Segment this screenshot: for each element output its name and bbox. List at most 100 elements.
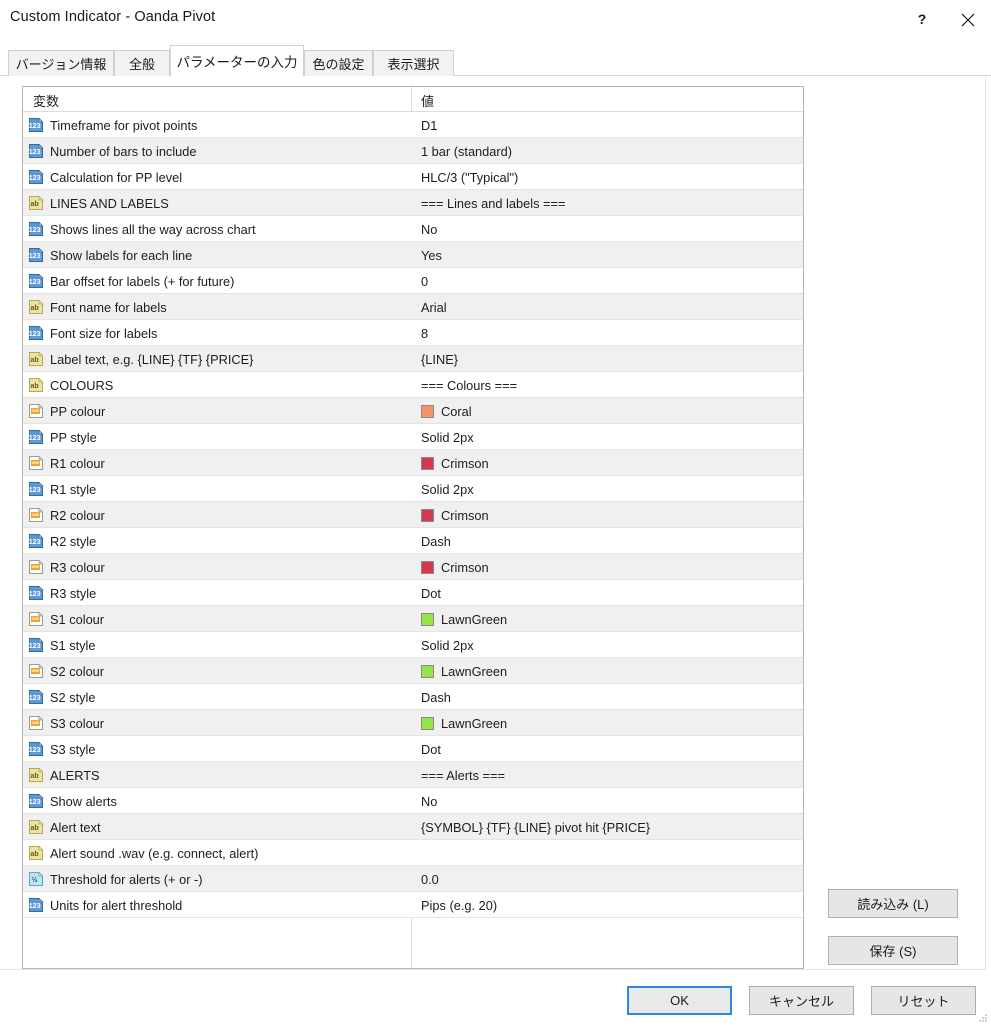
parameter-value-cell[interactable]: {LINE}: [412, 346, 804, 372]
parameter-value-cell[interactable]: {SYMBOL} {TF} {LINE} pivot hit {PRICE}: [412, 814, 804, 840]
table-row[interactable]: abLINES AND LABELS=== Lines and labels =…: [23, 190, 803, 216]
parameter-value-cell[interactable]: Solid 2px: [412, 632, 804, 658]
parameter-name-cell: 123Timeframe for pivot points: [23, 112, 411, 138]
table-row[interactable]: 123Show alertsNo: [23, 788, 803, 814]
number-icon: 123: [28, 247, 44, 263]
reset-button[interactable]: リセット: [871, 986, 976, 1015]
table-row[interactable]: 123R3 styleDot: [23, 580, 803, 606]
parameter-value-cell[interactable]: Crimson: [412, 554, 804, 580]
parameter-value-cell[interactable]: Arial: [412, 294, 804, 320]
parameter-value-cell[interactable]: 0.0: [412, 866, 804, 892]
parameter-value-cell[interactable]: === Colours ===: [412, 372, 804, 398]
table-row[interactable]: abALERTS=== Alerts ===: [23, 762, 803, 788]
table-row[interactable]: abCOLOURS=== Colours ===: [23, 372, 803, 398]
table-row[interactable]: abAlert text{SYMBOL} {TF} {LINE} pivot h…: [23, 814, 803, 840]
table-row[interactable]: S2 colourLawnGreen: [23, 658, 803, 684]
svg-text:123: 123: [29, 693, 41, 702]
parameter-value-cell[interactable]: Solid 2px: [412, 476, 804, 502]
table-row[interactable]: 123Calculation for PP levelHLC/3 ("Typic…: [23, 164, 803, 190]
close-icon[interactable]: [945, 0, 991, 40]
tab-colour-settings[interactable]: 色の設定: [304, 50, 373, 76]
help-icon[interactable]: ?: [899, 0, 945, 40]
table-row[interactable]: 123R1 styleSolid 2px: [23, 476, 803, 502]
table-row[interactable]: 123Timeframe for pivot pointsD1: [23, 112, 803, 138]
table-row[interactable]: 123Units for alert thresholdPips (e.g. 2…: [23, 892, 803, 918]
cancel-button[interactable]: キャンセル: [749, 986, 854, 1015]
parameter-value-cell[interactable]: LawnGreen: [412, 606, 804, 632]
tab-parameter-input[interactable]: パラメーターの入力: [170, 45, 304, 76]
table-row[interactable]: 123Show labels for each lineYes: [23, 242, 803, 268]
table-row[interactable]: PP colour Coral: [23, 398, 803, 424]
parameter-value-cell[interactable]: Yes: [412, 242, 804, 268]
table-row[interactable]: abFont name for labelsArial: [23, 294, 803, 320]
table-row[interactable]: 123S2 styleDash: [23, 684, 803, 710]
parameter-name-cell: ½Threshold for alerts (+ or -): [23, 866, 411, 892]
parameter-name-cell: R1 colour: [23, 450, 411, 476]
parameter-value-cell[interactable]: Coral: [412, 398, 804, 424]
parameter-value-cell[interactable]: Dot: [412, 580, 804, 606]
parameter-name-label: Shows lines all the way across chart: [50, 222, 256, 237]
table-row[interactable]: 123Bar offset for labels (+ for future)0: [23, 268, 803, 294]
parameter-value-cell[interactable]: Dash: [412, 684, 804, 710]
parameter-value-cell[interactable]: Pips (e.g. 20): [412, 892, 804, 918]
parameter-value-cell[interactable]: === Alerts ===: [412, 762, 804, 788]
table-row[interactable]: 123PP styleSolid 2px: [23, 424, 803, 450]
resize-grip-icon[interactable]: [976, 1010, 988, 1022]
table-row[interactable]: 123R2 styleDash: [23, 528, 803, 554]
table-row[interactable]: 123Font size for labels8: [23, 320, 803, 346]
table-row[interactable]: S1 colourLawnGreen: [23, 606, 803, 632]
table-body: 123Timeframe for pivot pointsD1123Number…: [23, 112, 803, 918]
svg-text:ab: ab: [30, 381, 39, 390]
table-row[interactable]: 123S3 styleDot: [23, 736, 803, 762]
parameter-name-label: PP colour: [50, 404, 105, 419]
parameter-value-cell[interactable]: Solid 2px: [412, 424, 804, 450]
parameter-value-cell[interactable]: HLC/3 ("Typical"): [412, 164, 804, 190]
load-button[interactable]: 読み込み (L): [828, 889, 958, 918]
table-row[interactable]: 123Number of bars to include1 bar (stand…: [23, 138, 803, 164]
tab-display-selection[interactable]: 表示選択: [373, 50, 454, 76]
save-button[interactable]: 保存 (S): [828, 936, 958, 965]
parameter-value-cell[interactable]: Crimson: [412, 502, 804, 528]
parameter-value-cell[interactable]: Dot: [412, 736, 804, 762]
parameter-value-label: {LINE}: [421, 352, 458, 367]
parameter-value-label: Yes: [421, 248, 442, 263]
parameter-value-cell[interactable]: No: [412, 788, 804, 814]
tab-general[interactable]: 全般: [114, 50, 170, 76]
table-row[interactable]: abAlert sound .wav (e.g. connect, alert): [23, 840, 803, 866]
cancel-button-label: キャンセル: [769, 991, 834, 1010]
number-icon: 123: [28, 325, 44, 341]
parameter-name-label: Calculation for PP level: [50, 170, 182, 185]
parameter-value-cell[interactable]: Dash: [412, 528, 804, 554]
colour-swatch: [421, 665, 434, 678]
parameter-value-cell[interactable]: No: [412, 216, 804, 242]
parameter-value-cell[interactable]: Crimson: [412, 450, 804, 476]
parameter-name-label: S1 style: [50, 638, 96, 653]
table-row[interactable]: S3 colourLawnGreen: [23, 710, 803, 736]
parameter-name-cell: S2 colour: [23, 658, 411, 684]
svg-text:123: 123: [29, 589, 41, 598]
table-row[interactable]: 123Shows lines all the way across chartN…: [23, 216, 803, 242]
colour-swatch: [421, 457, 434, 470]
table-row[interactable]: abLabel text, e.g. {LINE} {TF} {PRICE}{L…: [23, 346, 803, 372]
number-icon: 123: [28, 637, 44, 653]
table-row[interactable]: 123 S1 style Solid 2px: [23, 632, 803, 658]
parameter-value-cell[interactable]: D1: [412, 112, 804, 138]
parameter-value-cell[interactable]: 1 bar (standard): [412, 138, 804, 164]
table-row[interactable]: R2 colourCrimson: [23, 502, 803, 528]
parameter-value-label: === Colours ===: [421, 378, 517, 393]
parameter-value-cell[interactable]: LawnGreen: [412, 710, 804, 736]
parameter-value-cell[interactable]: LawnGreen: [412, 658, 804, 684]
parameter-value-cell[interactable]: 0: [412, 268, 804, 294]
parameter-value-cell[interactable]: [412, 840, 804, 866]
tab-version-info[interactable]: バージョン情報: [8, 50, 114, 76]
number-icon: 123: [28, 429, 44, 445]
parameter-value-cell[interactable]: 8: [412, 320, 804, 346]
parameter-name-cell: R2 colour: [23, 502, 411, 528]
parameter-value-label: LawnGreen: [441, 716, 507, 731]
title-bar: Custom Indicator - Oanda Pivot ?: [0, 0, 991, 40]
table-row[interactable]: R3 colourCrimson: [23, 554, 803, 580]
ok-button[interactable]: OK: [627, 986, 732, 1015]
parameter-value-cell[interactable]: === Lines and labels ===: [412, 190, 804, 216]
table-row[interactable]: R1 colourCrimson: [23, 450, 803, 476]
table-row[interactable]: ½Threshold for alerts (+ or -)0.0: [23, 866, 803, 892]
